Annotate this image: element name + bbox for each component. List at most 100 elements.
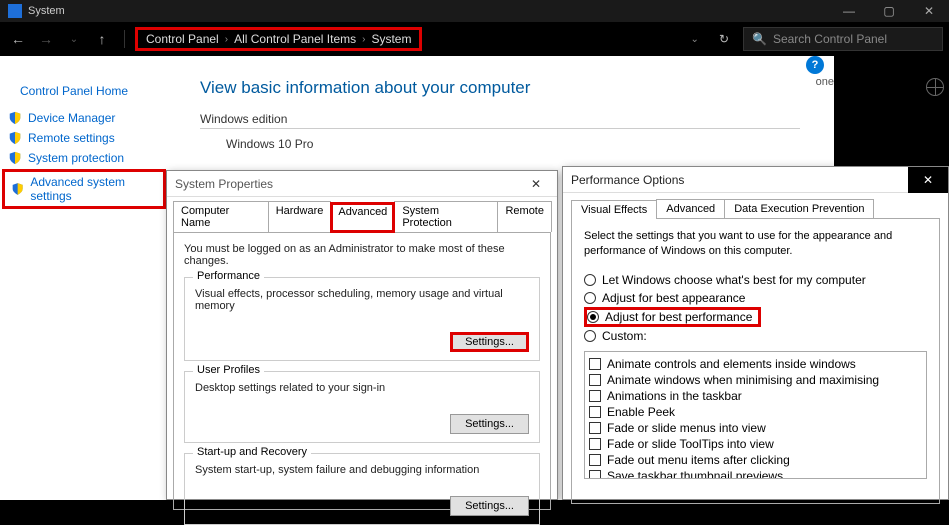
visual-effects-panel: Select the settings that you want to use… [571, 218, 940, 504]
tab-visual-effects[interactable]: Visual Effects [571, 200, 657, 219]
separator [124, 30, 125, 48]
radio-let-windows-choose[interactable]: Let Windows choose what's best for my co… [584, 271, 927, 289]
checkbox-icon [589, 374, 601, 386]
window-title: System [28, 5, 829, 17]
globe-icon [926, 78, 944, 96]
maximize-button[interactable]: ▢ [869, 0, 909, 22]
recent-locations-button[interactable]: ⌄ [62, 27, 86, 51]
minimize-button[interactable]: — [829, 0, 869, 22]
performance-settings-button[interactable]: Settings... [450, 332, 529, 352]
close-button[interactable]: ✕ [909, 0, 949, 22]
search-placeholder: Search Control Panel [773, 32, 887, 46]
breadcrumb-item[interactable]: All Control Panel Items [234, 32, 356, 46]
startup-recovery-group: Start-up and Recovery System start-up, s… [184, 453, 540, 525]
tab-advanced[interactable]: Advanced [656, 199, 725, 218]
performance-options-dialog: Performance Options ✕ Visual Effects Adv… [562, 166, 949, 500]
search-icon: 🔍 [752, 32, 767, 46]
tab-advanced[interactable]: Advanced [330, 202, 395, 233]
check-label: Save taskbar thumbnail previews [607, 469, 783, 479]
sidebar-item-label: Remote settings [28, 131, 115, 145]
tab-dep[interactable]: Data Execution Prevention [724, 199, 874, 218]
dialog-close-button[interactable]: ✕ [523, 177, 549, 191]
check-item[interactable]: Fade out menu items after clicking [589, 452, 922, 468]
check-label: Fade out menu items after clicking [607, 453, 790, 467]
breadcrumb-item[interactable]: System [371, 32, 411, 46]
group-description: Desktop settings related to your sign-in [195, 382, 529, 394]
radio-best-performance[interactable]: Adjust for best performance [584, 307, 761, 327]
checkbox-icon [589, 390, 601, 402]
breadcrumb-item[interactable]: Control Panel [146, 32, 219, 46]
system-properties-dialog: System Properties ✕ Computer Name Hardwa… [166, 170, 558, 500]
group-legend: Performance [193, 270, 264, 282]
radio-icon [584, 274, 596, 286]
user-profiles-settings-button[interactable]: Settings... [450, 414, 529, 434]
shield-icon [11, 182, 24, 196]
tab-computer-name[interactable]: Computer Name [173, 201, 269, 232]
checkbox-icon [589, 358, 601, 370]
tab-strip: Visual Effects Advanced Data Execution P… [563, 193, 948, 218]
dialog-close-button[interactable]: ✕ [908, 167, 948, 193]
check-item[interactable]: Fade or slide ToolTips into view [589, 436, 922, 452]
tab-strip: Computer Name Hardware Advanced System P… [167, 197, 557, 232]
radio-label: Let Windows choose what's best for my co… [602, 273, 866, 287]
user-profiles-group: User Profiles Desktop settings related t… [184, 371, 540, 443]
visual-effects-checklist[interactable]: Animate controls and elements inside win… [584, 351, 927, 479]
radio-label: Custom: [602, 329, 647, 343]
forward-button[interactable]: → [34, 27, 58, 51]
breadcrumb[interactable]: Control Panel › All Control Panel Items … [135, 27, 422, 51]
search-input[interactable]: 🔍 Search Control Panel [743, 27, 943, 51]
shield-icon [8, 131, 22, 145]
control-panel-home-link[interactable]: Control Panel Home [0, 80, 168, 108]
sidebar-item-device-manager[interactable]: Device Manager [0, 108, 168, 128]
check-label: Fade or slide menus into view [607, 421, 766, 435]
tab-body-advanced: You must be logged on as an Administrato… [173, 232, 551, 510]
radio-icon [584, 292, 596, 304]
check-label: Enable Peek [607, 405, 675, 419]
check-item[interactable]: Animate windows when minimising and maxi… [589, 372, 922, 388]
sidebar-item-advanced-system-settings[interactable]: Advanced system settings [2, 169, 166, 209]
radio-label: Adjust for best performance [605, 310, 752, 324]
group-legend: Start-up and Recovery [193, 446, 311, 458]
tab-hardware[interactable]: Hardware [268, 201, 332, 232]
chevron-right-icon: › [225, 34, 228, 45]
check-item[interactable]: Fade or slide menus into view [589, 420, 922, 436]
tab-system-protection[interactable]: System Protection [394, 201, 498, 232]
dialog-titlebar: Performance Options ✕ [563, 167, 948, 193]
checkbox-icon [589, 438, 601, 450]
back-button[interactable]: ← [6, 27, 30, 51]
system-app-icon [8, 4, 22, 18]
check-item[interactable]: Save taskbar thumbnail previews [589, 468, 922, 479]
group-legend: User Profiles [193, 364, 264, 376]
radio-custom[interactable]: Custom: [584, 327, 927, 345]
shield-icon [8, 111, 22, 125]
performance-group: Performance Visual effects, processor sc… [184, 277, 540, 361]
radio-icon [587, 311, 599, 323]
group-description: System start-up, system failure and debu… [195, 464, 529, 476]
address-dropdown-button[interactable]: ⌄ [685, 34, 705, 45]
sidebar-item-system-protection[interactable]: System protection [0, 148, 168, 168]
checkbox-icon [589, 470, 601, 479]
group-description: Visual effects, processor scheduling, me… [195, 288, 529, 312]
check-item[interactable]: Enable Peek [589, 404, 922, 420]
windows-edition-value: Windows 10 Pro [200, 137, 834, 151]
address-bar: ← → ⌄ ↑ Control Panel › All Control Pane… [0, 22, 949, 56]
radio-best-appearance[interactable]: Adjust for best appearance [584, 289, 927, 307]
tab-remote[interactable]: Remote [497, 201, 552, 232]
check-label: Animate windows when minimising and maxi… [607, 373, 879, 387]
check-item[interactable]: Animations in the taskbar [589, 388, 922, 404]
sidebar: Control Panel Home Device Manager Remote… [0, 80, 168, 210]
check-label: Animate controls and elements inside win… [607, 357, 856, 371]
check-label: Fade or slide ToolTips into view [607, 437, 774, 451]
refresh-button[interactable]: ↻ [709, 32, 739, 46]
dialog-title: Performance Options [571, 173, 908, 187]
dialog-titlebar: System Properties ✕ [167, 171, 557, 197]
startup-recovery-settings-button[interactable]: Settings... [450, 496, 529, 516]
up-button[interactable]: ↑ [90, 27, 114, 51]
radio-label: Adjust for best appearance [602, 291, 745, 305]
sidebar-item-label: System protection [28, 151, 124, 165]
windows-edition-header: Windows edition [200, 112, 800, 129]
sidebar-item-remote-settings[interactable]: Remote settings [0, 128, 168, 148]
check-item[interactable]: Animate controls and elements inside win… [589, 356, 922, 372]
help-badge-icon[interactable]: ? [806, 56, 824, 74]
sidebar-item-label: Advanced system settings [30, 175, 163, 203]
